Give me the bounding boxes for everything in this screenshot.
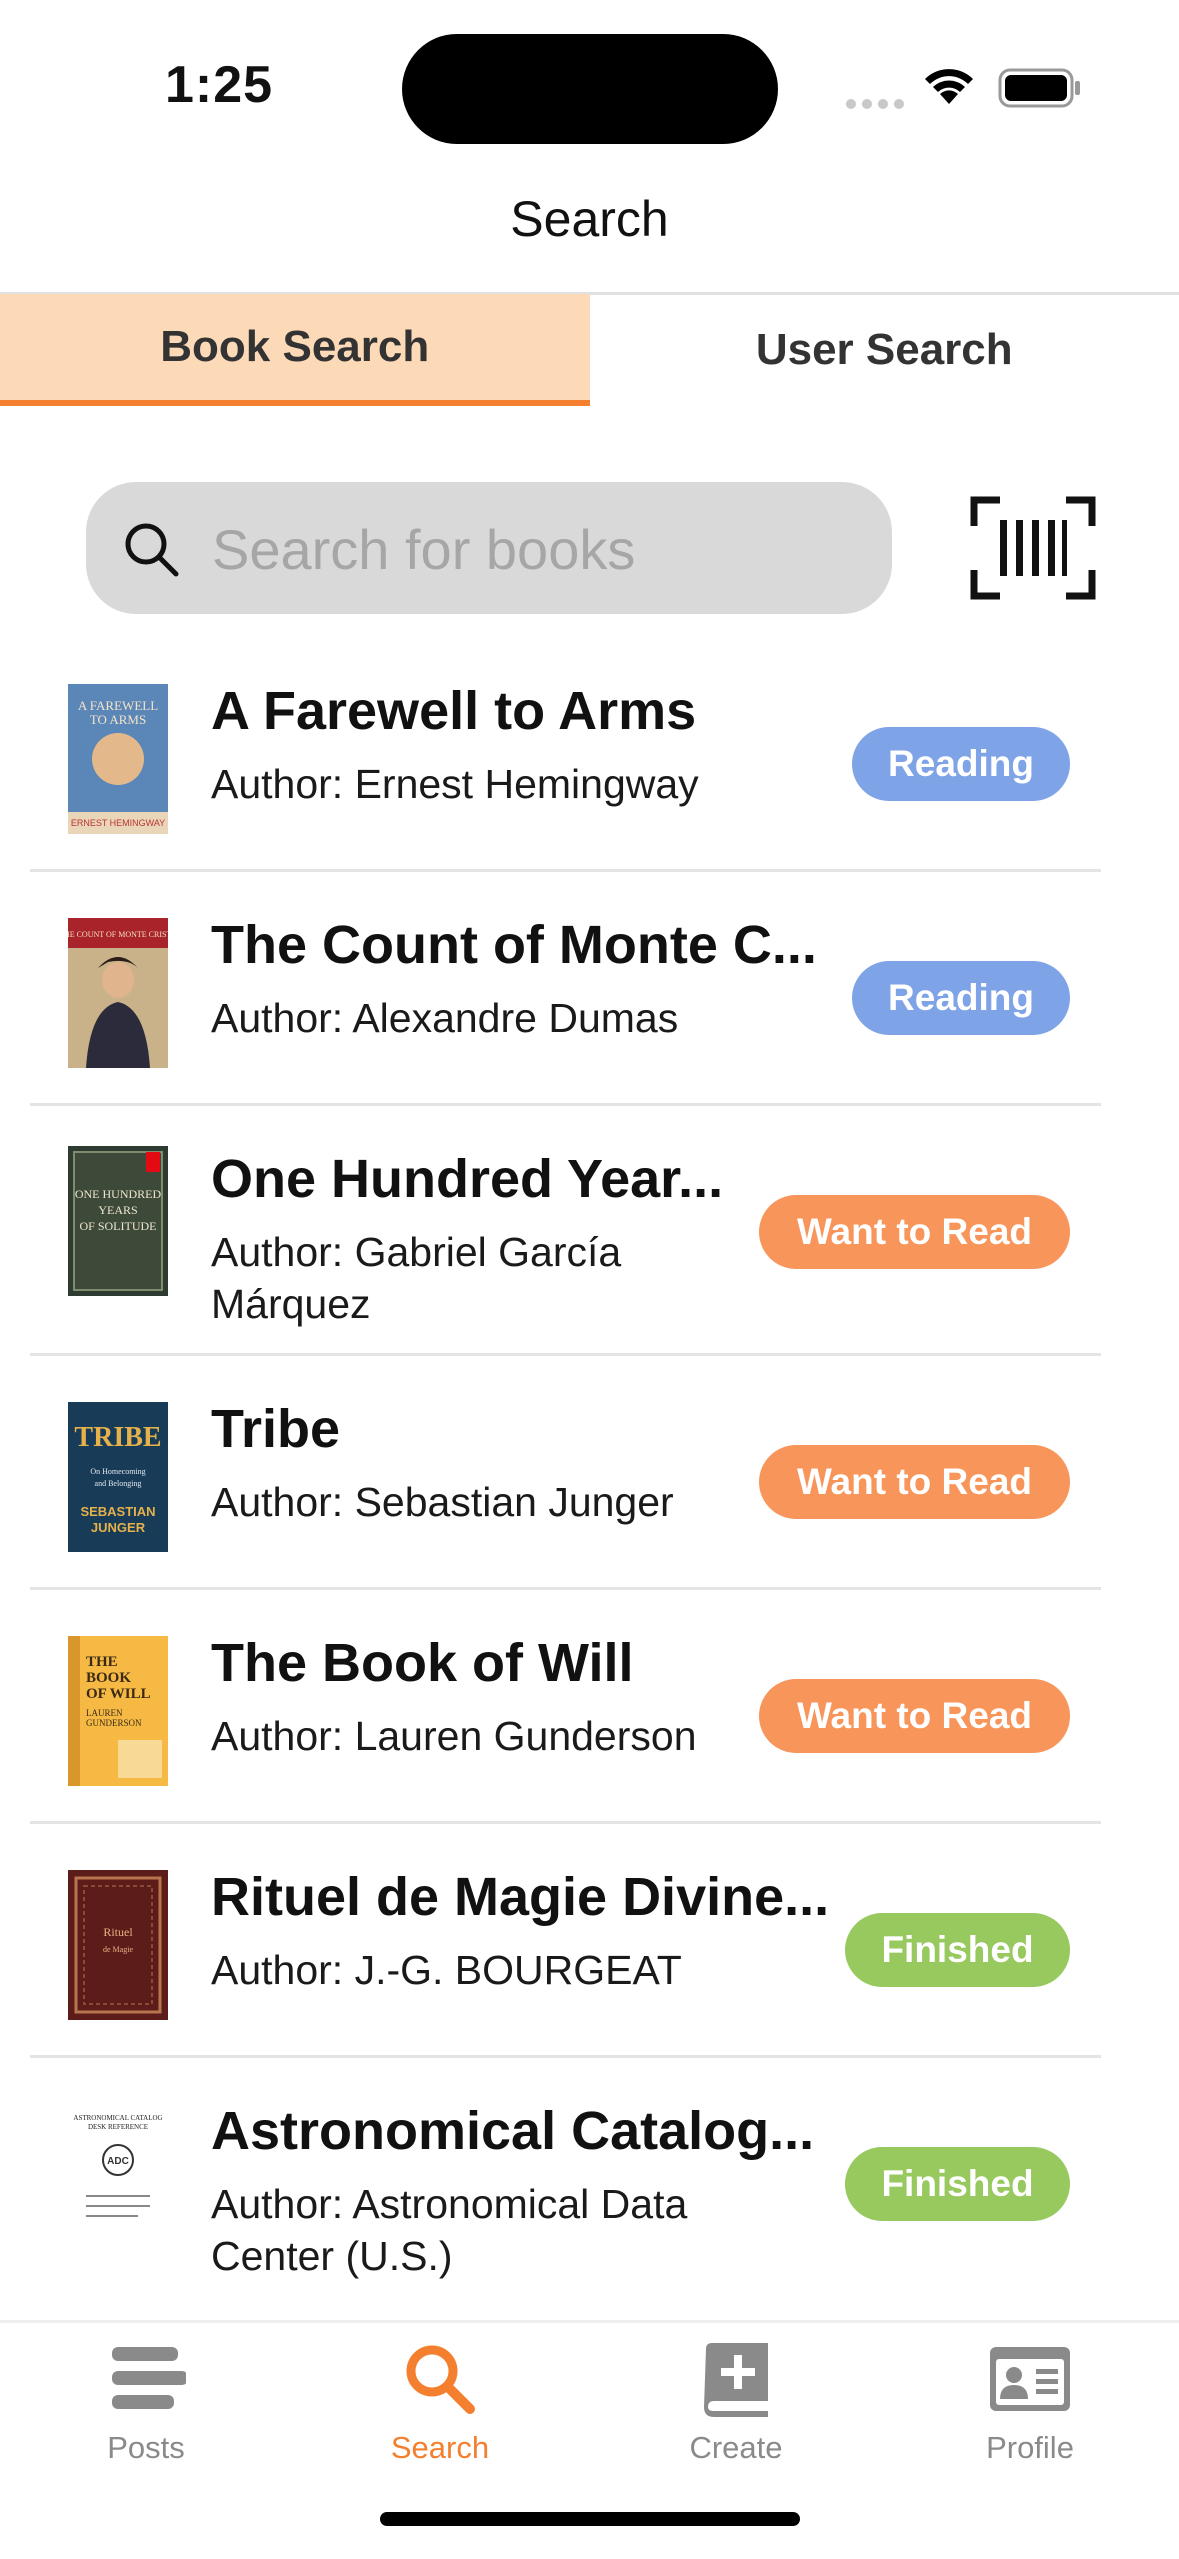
svg-text:Rituel: Rituel: [103, 1925, 133, 1939]
book-cover: Rituel de Magie: [68, 1870, 168, 2020]
tab-book-search[interactable]: Book Search: [0, 294, 590, 406]
svg-text:and Belonging: and Belonging: [95, 1479, 142, 1488]
svg-text:TO ARMS: TO ARMS: [90, 712, 146, 727]
book-author: Author: Ernest Hemingway: [211, 758, 699, 810]
book-author: Author: Lauren Gunderson: [211, 1710, 697, 1762]
status-badge-finished[interactable]: Finished: [845, 2147, 1070, 2221]
svg-text:ADC: ADC: [107, 2156, 129, 2167]
posts-icon: [106, 2341, 186, 2417]
tab-search[interactable]: Search: [340, 2341, 540, 2466]
barcode-scan-button[interactable]: [970, 496, 1096, 605]
book-author: Author: Alexandre Dumas: [211, 992, 678, 1044]
book-cover: THE BOOK OF WILL LAUREN GUNDERSON: [68, 1636, 168, 1786]
svg-text:On Homecoming: On Homecoming: [90, 1467, 145, 1476]
book-title: Astronomical Catalog...: [211, 2100, 814, 2162]
tab-create[interactable]: Create: [636, 2341, 836, 2466]
search-input[interactable]: [210, 502, 874, 596]
svg-text:LAUREN: LAUREN: [86, 1708, 123, 1718]
tab-label: Create: [636, 2430, 836, 2466]
wifi-icon: [920, 62, 978, 111]
book-row[interactable]: ASTRONOMICAL CATALOG DESK REFERENCE ADC …: [0, 2058, 1179, 2308]
tab-label: Search: [340, 2430, 540, 2466]
tab-posts[interactable]: Posts: [46, 2341, 246, 2466]
svg-text:TRIBE: TRIBE: [74, 1422, 161, 1453]
dynamic-island: [402, 34, 778, 144]
book-author: Author: Sebastian Junger: [211, 1476, 674, 1528]
status-badge-want-to-read[interactable]: Want to Read: [759, 1195, 1070, 1269]
status-badge-finished[interactable]: Finished: [845, 1913, 1070, 1987]
svg-text:OF WILL: OF WILL: [86, 1686, 151, 1702]
svg-text:ASTRONOMICAL CATALOG: ASTRONOMICAL CATALOG: [73, 2114, 162, 2122]
search-mode-tabs: Book Search User Search: [0, 294, 1179, 406]
tab-user-search[interactable]: User Search: [590, 294, 1179, 406]
status-badge-want-to-read[interactable]: Want to Read: [759, 1679, 1070, 1753]
svg-text:de Magie: de Magie: [103, 1945, 133, 1954]
book-cover: A FAREWELL TO ARMS ERNEST HEMINGWAY: [68, 684, 168, 834]
book-author: Author: Astronomical Data Center (U.S.): [211, 2178, 771, 2282]
book-cover: ONE HUNDRED YEARS OF SOLITUDE: [68, 1146, 168, 1296]
tab-profile[interactable]: Profile: [930, 2341, 1130, 2466]
book-title: The Book of Will: [211, 1632, 633, 1694]
book-row[interactable]: THE BOOK OF WILL LAUREN GUNDERSON The Bo…: [0, 1590, 1179, 1824]
svg-text:ERNEST HEMINGWAY: ERNEST HEMINGWAY: [71, 818, 165, 828]
battery-icon: [998, 68, 1082, 113]
book-title: The Count of Monte C...: [211, 914, 817, 976]
book-row[interactable]: Rituel de Magie Rituel de Magie Divine..…: [0, 1824, 1179, 2058]
book-row[interactable]: A FAREWELL TO ARMS ERNEST HEMINGWAY A Fa…: [0, 638, 1179, 872]
book-cover: ASTRONOMICAL CATALOG DESK REFERENCE ADC: [68, 2098, 168, 2248]
svg-text:A FAREWELL: A FAREWELL: [78, 698, 158, 713]
svg-text:ONE HUNDRED: ONE HUNDRED: [75, 1187, 162, 1201]
page-title: Search: [0, 190, 1179, 248]
svg-text:DESK REFERENCE: DESK REFERENCE: [88, 2123, 148, 2131]
book-title: A Farewell to Arms: [211, 680, 696, 742]
status-bar: 1:25: [0, 0, 1179, 170]
search-icon: [400, 2341, 480, 2417]
status-badge-want-to-read[interactable]: Want to Read: [759, 1445, 1070, 1519]
book-title: Tribe: [211, 1398, 340, 1460]
svg-text:THE COUNT OF MONTE CRISTO: THE COUNT OF MONTE CRISTO: [68, 930, 168, 939]
svg-text:BOOK: BOOK: [86, 1670, 131, 1686]
book-row[interactable]: TRIBE On Homecoming and Belonging SEBAST…: [0, 1356, 1179, 1590]
barcode-scan-icon: [970, 496, 1096, 600]
svg-text:THE: THE: [86, 1654, 118, 1670]
home-indicator: [380, 2512, 800, 2526]
search-bar[interactable]: [86, 482, 892, 614]
book-author: Author: J.-G. BOURGEAT: [211, 1944, 682, 1996]
svg-text:GUNDERSON: GUNDERSON: [86, 1718, 142, 1728]
status-badge-reading[interactable]: Reading: [852, 727, 1070, 801]
tab-label: Posts: [46, 2430, 246, 2466]
magnifier-icon: [122, 520, 182, 585]
profile-card-icon: [988, 2341, 1072, 2417]
svg-text:JUNGER: JUNGER: [91, 1520, 146, 1535]
tab-label: Profile: [930, 2430, 1130, 2466]
book-title: Rituel de Magie Divine...: [211, 1866, 829, 1928]
book-row[interactable]: THE COUNT OF MONTE CRISTO The Count of M…: [0, 872, 1179, 1106]
svg-text:YEARS: YEARS: [98, 1203, 137, 1217]
signal-dots-icon: [846, 96, 910, 114]
add-book-icon: [696, 2341, 776, 2417]
status-badge-reading[interactable]: Reading: [852, 961, 1070, 1035]
book-title: One Hundred Year...: [211, 1148, 723, 1210]
svg-text:SEBASTIAN: SEBASTIAN: [80, 1504, 155, 1519]
book-results-list: A FAREWELL TO ARMS ERNEST HEMINGWAY A Fa…: [0, 638, 1179, 2308]
book-cover: THE COUNT OF MONTE CRISTO: [68, 918, 168, 1068]
status-time: 1:25: [165, 55, 273, 115]
book-cover: TRIBE On Homecoming and Belonging SEBAST…: [68, 1402, 168, 1552]
svg-text:OF SOLITUDE: OF SOLITUDE: [80, 1219, 157, 1233]
book-row[interactable]: ONE HUNDRED YEARS OF SOLITUDE One Hundre…: [0, 1106, 1179, 1356]
book-author: Author: Gabriel García Márquez: [211, 1226, 671, 1330]
